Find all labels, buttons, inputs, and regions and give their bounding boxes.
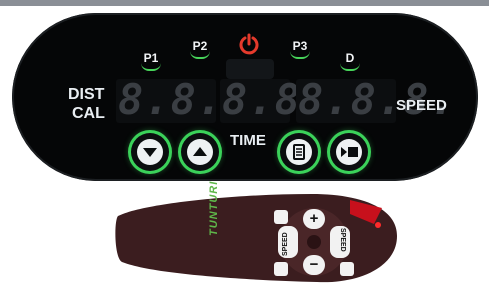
remote-speed-minus-button[interactable]: −	[303, 255, 325, 275]
program-d-indicator	[340, 63, 360, 71]
dist-label: DIST	[68, 86, 105, 103]
speed-down-button[interactable]	[131, 133, 169, 171]
program-p1-indicator	[141, 63, 161, 71]
arrow-down-icon	[143, 148, 157, 157]
remote-brand: TUNTURI	[208, 180, 220, 236]
program-button[interactable]	[280, 133, 318, 171]
remote-corner-key-top-left[interactable]	[274, 210, 288, 224]
remote-control-body	[115, 194, 397, 283]
speed-label: SPEED	[396, 97, 447, 114]
top-frame-strip	[0, 0, 489, 6]
remote-speed-plus-button[interactable]: +	[303, 209, 325, 229]
cal-label: CAL	[72, 105, 105, 122]
arrow-up-icon	[193, 147, 207, 156]
start-stop-button[interactable]	[330, 133, 368, 171]
remote-corner-key-bottom-right[interactable]	[340, 262, 354, 276]
program-list-icon	[293, 144, 305, 160]
program-p2-indicator	[190, 51, 210, 59]
treadmill-console: P1 P2 P3 D DIST CAL 8.8.8. 8.8. 8.8.8. S…	[12, 13, 478, 181]
time-label: TIME	[230, 132, 266, 149]
remote-control: TUNTURI + − SPEED SPEED	[112, 181, 402, 293]
power-button[interactable]	[238, 33, 260, 60]
program-p3-indicator	[290, 51, 310, 59]
speed-up-button[interactable]	[181, 133, 219, 171]
remote-corner-key-bottom-left[interactable]	[274, 262, 288, 276]
remote-speed-right-label: SPEED	[339, 228, 346, 252]
start-stop-icon	[341, 147, 358, 157]
power-icon	[239, 33, 259, 55]
remote-speed-left-label: SPEED	[282, 232, 289, 256]
